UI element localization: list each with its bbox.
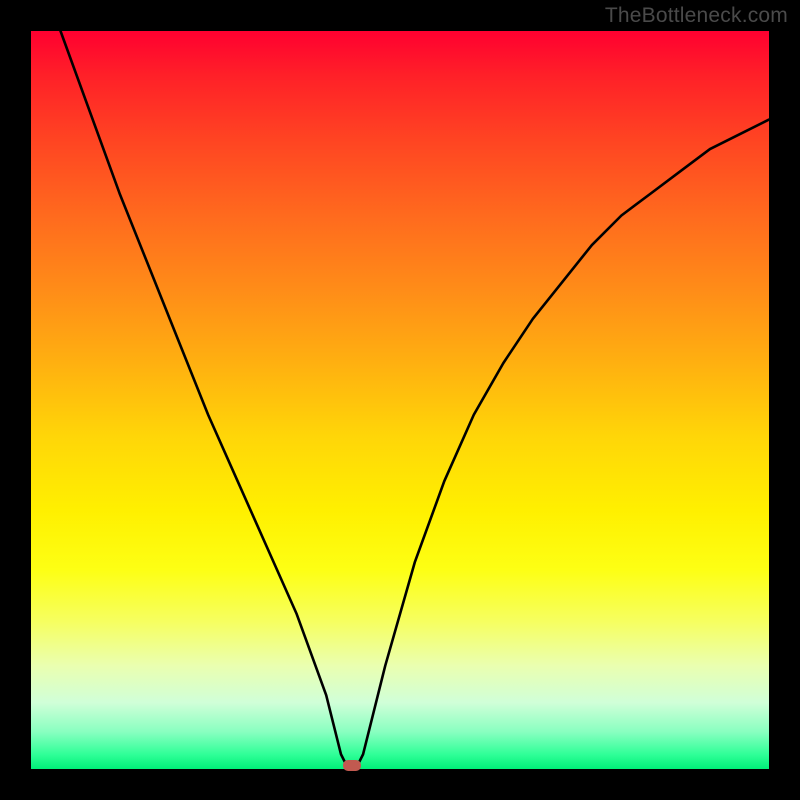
chart-curve bbox=[31, 31, 769, 769]
watermark-text: TheBottleneck.com bbox=[605, 4, 788, 28]
optimal-point-marker bbox=[343, 760, 361, 771]
